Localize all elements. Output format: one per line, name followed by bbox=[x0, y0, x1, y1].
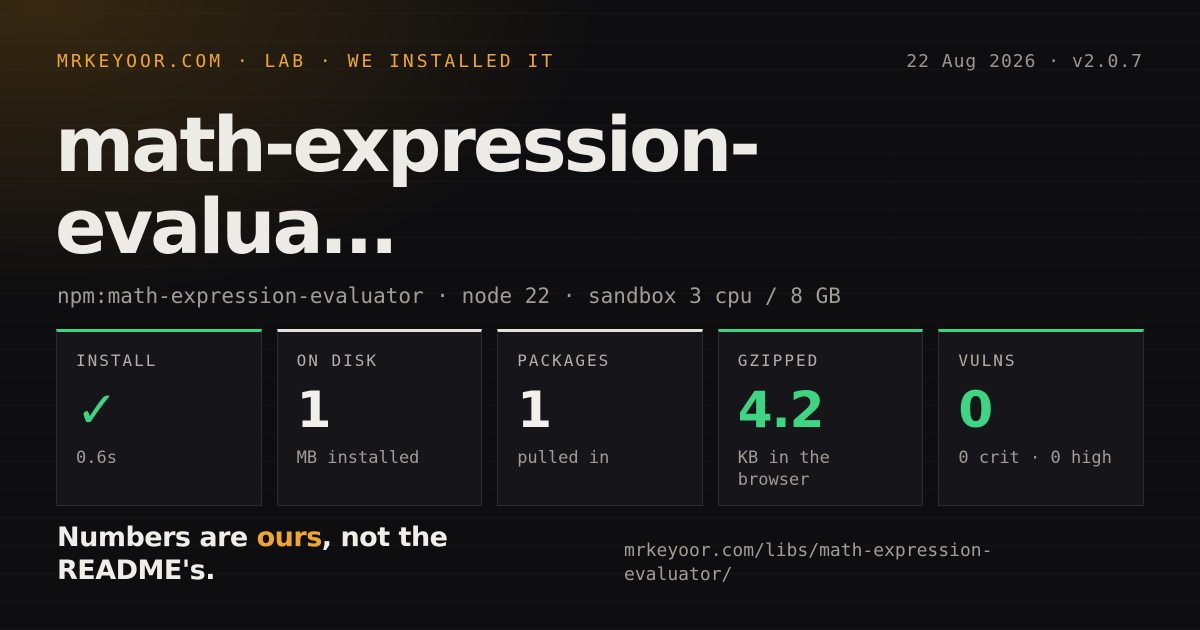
stats-cards: INSTALL ✓ 0.6s ON DISK 1 MB installed PA… bbox=[56, 329, 1144, 506]
vulns-caption: 0 crit · 0 high bbox=[958, 448, 1112, 468]
package-subtitle: npm:math-expression-evaluator · node 22 … bbox=[57, 284, 841, 308]
vulns-card: VULNS 0 0 crit · 0 high bbox=[938, 329, 1144, 506]
top-bar: MRKEYOOR.COM · LAB · WE INSTALLED IT 22 … bbox=[57, 48, 1143, 74]
library-url[interactable]: mrkeyoor.com/libs/math-expression-evalua… bbox=[624, 539, 1064, 587]
on-disk-label: ON DISK bbox=[296, 351, 379, 370]
packages-value: 1 bbox=[517, 381, 552, 439]
gzipped-caption: KB in the browser bbox=[737, 448, 830, 490]
install-label: INSTALL bbox=[76, 351, 158, 370]
gzipped-card: GZIPPED 4.2 KB in the browser bbox=[717, 329, 924, 506]
packages-caption: pulled in bbox=[517, 448, 610, 468]
tagline-lead: Numbers are bbox=[57, 522, 257, 553]
vulns-value: 0 bbox=[958, 381, 993, 439]
gzipped-label: GZIPPED bbox=[737, 351, 820, 370]
packages-card: PACKAGES 1 pulled in bbox=[497, 329, 703, 506]
packages-label: PACKAGES bbox=[517, 351, 611, 370]
site-brand[interactable]: MRKEYOOR.COM · LAB · WE INSTALLED IT bbox=[57, 51, 555, 72]
check-icon: ✓ bbox=[76, 381, 118, 439]
on-disk-caption: MB installed bbox=[296, 448, 420, 468]
on-disk-card: ON DISK 1 MB installed bbox=[276, 329, 483, 506]
install-card: INSTALL ✓ 0.6s bbox=[56, 329, 262, 506]
install-time: 0.6s bbox=[76, 448, 117, 468]
gzipped-value: 4.2 bbox=[737, 381, 825, 439]
on-disk-value: 1 bbox=[296, 381, 332, 439]
release-meta: 22 Aug 2026 · v2.0.7 bbox=[906, 50, 1143, 72]
tagline: Numbers are ours, not the README's. bbox=[57, 521, 527, 587]
tagline-accent: ours bbox=[256, 522, 323, 553]
package-title: math-expression-evalua… bbox=[55, 100, 761, 271]
vulns-label: VULNS bbox=[958, 351, 1017, 370]
